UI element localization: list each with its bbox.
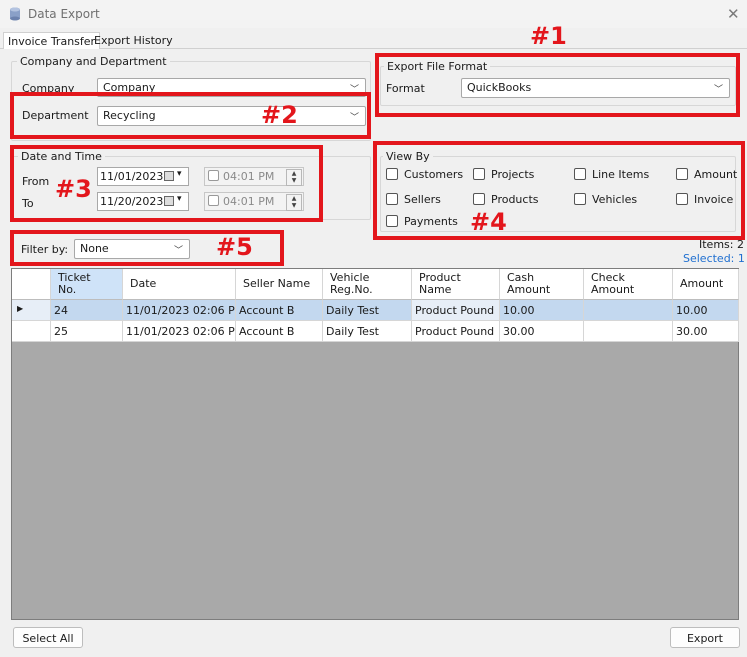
cell-product[interactable]: Product Pound xyxy=(412,321,500,342)
row-selector[interactable]: ▶ xyxy=(12,300,51,321)
tab-export-history[interactable]: Export History xyxy=(90,32,177,49)
annotation-label-5: #5 xyxy=(216,233,253,261)
tab-invoice-transfer[interactable]: Invoice Transfer xyxy=(3,32,101,49)
header-line-1: Seller Name xyxy=(243,277,311,290)
annotation-box-2 xyxy=(10,92,371,139)
cell-amount[interactable]: 10.00 xyxy=(673,300,739,321)
cell-cash[interactable]: 30.00 xyxy=(500,321,584,342)
database-icon xyxy=(10,7,20,21)
cell-date[interactable]: 11/01/2023 02:06 PM xyxy=(123,300,236,321)
current-row-arrow-icon: ▶ xyxy=(17,304,24,313)
cell-cash[interactable]: 10.00 xyxy=(500,300,584,321)
selected-count: Selected: 1 xyxy=(683,252,745,265)
annotation-box-4 xyxy=(373,141,745,240)
column-header-product-name[interactable]: Product Name xyxy=(412,269,500,300)
cell-vehicle[interactable]: Daily Test xyxy=(323,300,412,321)
column-header-ticket[interactable]: Ticket No. xyxy=(51,269,123,300)
cell-product[interactable]: Product Pound xyxy=(412,300,500,321)
column-header-cash-amount[interactable]: Cash Amount xyxy=(500,269,584,300)
cell-seller[interactable]: Account B xyxy=(236,321,323,342)
select-all-button[interactable]: Select All xyxy=(13,627,83,648)
cell-amount[interactable]: 30.00 xyxy=(673,321,739,342)
column-header-check-amount[interactable]: Check Amount xyxy=(584,269,673,300)
annotation-label-4: #4 xyxy=(470,208,507,236)
cell-check[interactable] xyxy=(584,300,673,321)
ticket-grid[interactable]: Ticket No. Date Seller Name Vehicle Reg.… xyxy=(11,268,739,620)
cell-ticket[interactable]: 24 xyxy=(51,300,123,321)
annotation-label-2: #2 xyxy=(261,101,298,129)
annotation-label-3: #3 xyxy=(55,175,92,203)
column-header-vehicle-reg[interactable]: Vehicle Reg.No. xyxy=(323,269,412,300)
row-header-corner xyxy=(12,269,51,300)
cell-vehicle[interactable]: Daily Test xyxy=(323,321,412,342)
column-header-seller-name[interactable]: Seller Name xyxy=(236,269,323,300)
header-line-2: Reg.No. xyxy=(330,283,373,296)
header-line-2: No. xyxy=(58,283,77,296)
cell-seller[interactable]: Account B xyxy=(236,300,323,321)
export-button[interactable]: Export xyxy=(670,627,740,648)
annotation-label-1: #1 xyxy=(530,22,567,50)
company-department-legend: Company and Department xyxy=(17,55,170,68)
header-line-2: Amount xyxy=(591,283,635,296)
column-header-amount[interactable]: Amount xyxy=(673,269,739,300)
header-line-2: Name xyxy=(419,283,452,296)
cell-ticket[interactable]: 25 xyxy=(51,321,123,342)
annotation-box-1 xyxy=(375,53,740,117)
items-count: Items: 2 xyxy=(699,238,744,251)
header-line-1: Date xyxy=(130,277,157,290)
cell-date[interactable]: 11/01/2023 02:06 PM xyxy=(123,321,236,342)
column-header-date[interactable]: Date xyxy=(123,269,236,300)
row-selector[interactable] xyxy=(12,321,51,342)
title-bar xyxy=(0,0,747,28)
header-line-1: Amount xyxy=(680,277,724,290)
window-title: Data Export xyxy=(28,7,100,21)
close-icon[interactable]: ✕ xyxy=(727,5,740,23)
cell-check[interactable] xyxy=(584,321,673,342)
header-line-2: Amount xyxy=(507,283,551,296)
